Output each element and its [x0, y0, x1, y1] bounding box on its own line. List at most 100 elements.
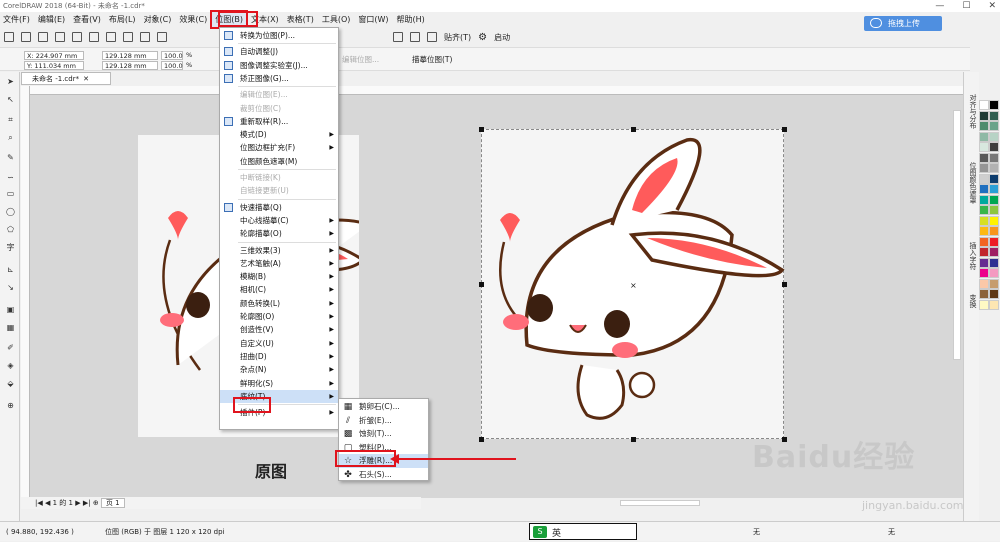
connector-tool-icon[interactable]: ↘	[5, 282, 16, 293]
palette-swatch[interactable]	[979, 173, 989, 184]
fullscreen-icon[interactable]	[393, 32, 403, 42]
submenu-cobblestone[interactable]: ▦ 鹅卵石(C)...	[339, 400, 428, 414]
pick-tool-icon[interactable]: ➤	[5, 76, 16, 87]
submenu-stone[interactable]: ✤ 石头(S)...	[339, 468, 428, 482]
palette-swatch[interactable]	[989, 152, 999, 163]
fill-status[interactable]: 无	[753, 522, 760, 542]
add-page-icon[interactable]: ⊕	[93, 499, 99, 507]
palette-swatch[interactable]	[979, 257, 989, 268]
selection-handle[interactable]	[479, 437, 484, 442]
bitmap-menu-item[interactable]: 裁剪位图(C)	[220, 102, 338, 115]
bitmap-menu-item[interactable]: 相机(C) ▶	[220, 283, 338, 296]
maximize-icon[interactable]: ☐	[962, 0, 970, 12]
eyedropper-icon[interactable]: ✐	[5, 342, 16, 353]
y-position-field[interactable]: Y: 111.034 mm	[24, 61, 84, 70]
edit-bitmap-button[interactable]: 编辑位图...	[342, 54, 379, 65]
ellipse-tool-icon[interactable]: ◯	[5, 206, 16, 217]
text-tool-icon[interactable]: 字	[5, 242, 16, 253]
palette-swatch[interactable]	[979, 299, 989, 310]
palette-swatch[interactable]	[989, 247, 999, 257]
interactive-fill-icon[interactable]: ◈	[5, 360, 16, 371]
docker-tab-insert-char[interactable]: 插入字符	[966, 242, 978, 287]
menu-table[interactable]: 表格(T)	[284, 12, 317, 27]
selection-handle[interactable]	[631, 127, 636, 132]
bitmap-menu-item[interactable]: 快速描摹(Q)	[220, 201, 338, 214]
selection-handle[interactable]	[631, 437, 636, 442]
lock-icon[interactable]	[157, 32, 167, 42]
palette-swatch[interactable]	[989, 194, 999, 205]
palette-swatch[interactable]	[979, 100, 989, 110]
bitmap-menu-item[interactable]: 鲜明化(S) ▶	[220, 377, 338, 390]
shape-tool-icon[interactable]: ↖	[5, 94, 16, 105]
palette-swatch[interactable]	[989, 100, 999, 110]
palette-swatch[interactable]	[989, 142, 999, 152]
redo-icon[interactable]	[140, 32, 150, 42]
freehand-tool-icon[interactable]: ✎	[5, 152, 16, 163]
docker-tab-bitmap-mask[interactable]: 位图颜色遮罩	[966, 162, 978, 232]
bitmap-menu-item[interactable]: 位图颜色遮罩(M)	[220, 155, 338, 168]
close-icon[interactable]: ✕	[988, 0, 996, 12]
selection-handle[interactable]	[479, 127, 484, 132]
ime-toolbar[interactable]: S 英	[529, 523, 637, 540]
bitmap-menu-item[interactable]: 轮廓图(O) ▶	[220, 310, 338, 323]
palette-swatch[interactable]	[989, 121, 999, 131]
palette-swatch[interactable]	[989, 163, 999, 173]
trace-bitmap-dropdown[interactable]: 描摹位图(T)	[412, 54, 452, 65]
artistic-media-icon[interactable]: ∽	[5, 172, 16, 183]
copy-icon[interactable]	[89, 32, 99, 42]
submenu-elephant-skin[interactable]: ⫽ 折皱(E)...	[339, 414, 428, 428]
launch-dropdown[interactable]: 启动	[494, 32, 510, 43]
horizontal-scrollbar[interactable]	[620, 500, 700, 506]
tab-close-icon[interactable]: ✕	[83, 75, 89, 83]
bitmap-menu-item[interactable]: 自链接更新(U)	[220, 184, 338, 197]
print-icon[interactable]	[55, 32, 65, 42]
bitmap-menu-item[interactable]: 中心线描摹(C) ▶	[220, 214, 338, 227]
add-tool-icon[interactable]: ⊕	[5, 400, 16, 411]
scale-x-field[interactable]: 100.0	[161, 51, 183, 60]
palette-swatch[interactable]	[979, 194, 989, 205]
palette-swatch[interactable]	[989, 184, 999, 194]
palette-swatch[interactable]	[989, 205, 999, 215]
palette-swatch[interactable]	[989, 173, 999, 184]
selection-handle[interactable]	[782, 282, 787, 287]
bitmap-menu-item[interactable]: 自定义(U) ▶	[220, 337, 338, 350]
palette-swatch[interactable]	[989, 236, 999, 247]
menu-tools[interactable]: 工具(O)	[319, 12, 354, 27]
menu-file[interactable]: 文件(F)	[0, 12, 33, 27]
palette-swatch[interactable]	[979, 215, 989, 226]
menu-help[interactable]: 帮助(H)	[394, 12, 428, 27]
result-bitmap[interactable]: ×	[479, 127, 787, 442]
palette-swatch[interactable]	[979, 247, 989, 257]
bitmap-menu-item[interactable]: 中断链接(K)	[220, 171, 338, 184]
width-field[interactable]: 129.128 mm	[102, 51, 158, 60]
bitmap-menu-item[interactable]: 重新取样(R)...	[220, 115, 338, 128]
palette-swatch[interactable]	[979, 236, 989, 247]
x-position-field[interactable]: X: 224.907 mm	[24, 51, 84, 60]
menu-object[interactable]: 对象(C)	[141, 12, 175, 27]
snap-to-dropdown[interactable]: 贴齐(T)	[444, 32, 471, 43]
paste-icon[interactable]	[106, 32, 116, 42]
last-page-icon[interactable]: ▶|	[83, 499, 91, 507]
zoom-tool-icon[interactable]: ⌕	[5, 132, 16, 143]
palette-swatch[interactable]	[989, 278, 999, 289]
outline-status[interactable]: 无	[888, 522, 895, 542]
menu-view[interactable]: 查看(V)	[70, 12, 104, 27]
first-page-icon[interactable]: |◀	[35, 499, 43, 507]
drop-shadow-icon[interactable]: ▣	[5, 304, 16, 315]
palette-swatch[interactable]	[979, 184, 989, 194]
bitmap-menu-item[interactable]: 创造性(V) ▶	[220, 323, 338, 336]
settings-gear-icon[interactable]: ⚙	[478, 32, 487, 43]
next-page-icon[interactable]: ▶	[75, 499, 80, 507]
palette-swatch[interactable]	[979, 268, 989, 278]
palette-swatch[interactable]	[979, 142, 989, 152]
bitmap-menu-item[interactable]: 艺术笔触(A) ▶	[220, 257, 338, 270]
palette-swatch[interactable]	[989, 257, 999, 268]
parallel-dimension-icon[interactable]: ⊾	[5, 264, 16, 275]
page-tab[interactable]: 页 1	[100, 498, 125, 508]
show-grid-icon[interactable]	[427, 32, 437, 42]
bitmap-menu-item[interactable]: 矫正图像(G)...	[220, 72, 338, 85]
bitmap-menu-item[interactable]: 三维效果(3) ▶	[220, 244, 338, 257]
bitmap-menu-item[interactable]: 编辑位图(E)...	[220, 88, 338, 101]
palette-swatch[interactable]	[989, 215, 999, 226]
polygon-tool-icon[interactable]: ⬠	[5, 224, 16, 235]
